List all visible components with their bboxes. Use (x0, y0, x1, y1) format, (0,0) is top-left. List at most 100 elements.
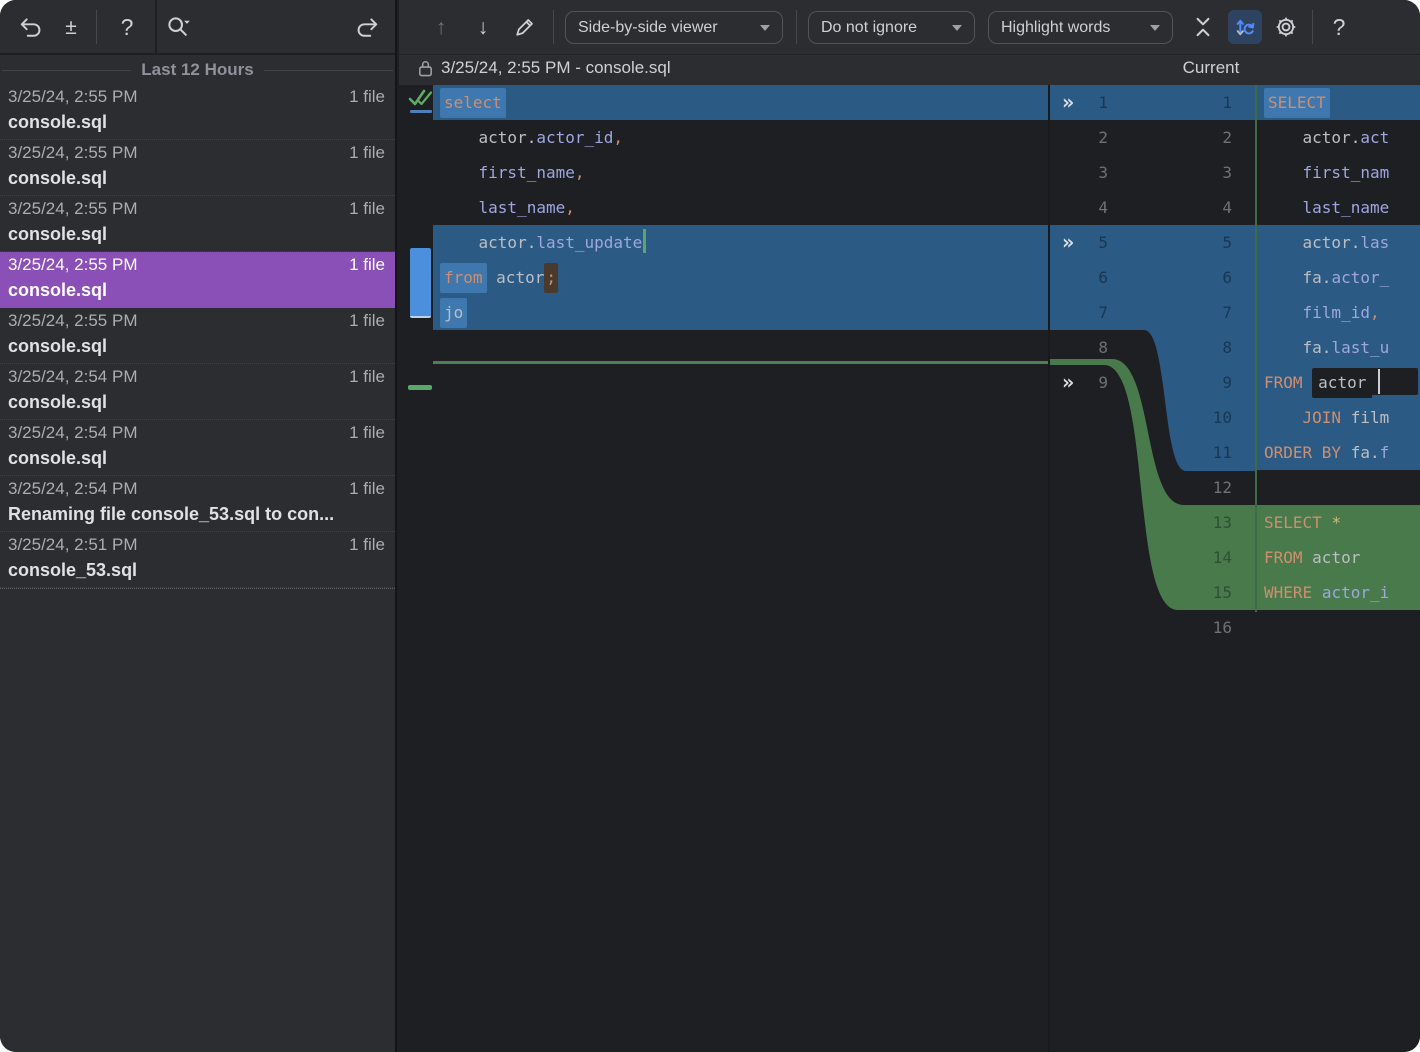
entry-file-count: 1 file (349, 479, 385, 498)
history-group-label: Last 12 Hours (141, 60, 254, 79)
apply-change-chevrons-icon[interactable]: » (1062, 365, 1074, 400)
code-line: last_name, (478, 198, 575, 217)
plus-minus-diff-icon[interactable]: ± (56, 12, 86, 42)
previous-change-icon[interactable]: ↑ (426, 12, 456, 42)
code-line: actor.last_update (433, 225, 1050, 260)
line-number: 6 (1098, 268, 1108, 287)
left-code-pane: select actor.actor_id, first_name, last_… (433, 85, 1050, 365)
line-number: 6 (1222, 268, 1232, 287)
entry-timestamp: 3/25/24, 2:55 PM (8, 311, 138, 330)
history-entry[interactable]: 3/25/24, 2:55 PM 1 file console.sql (0, 308, 395, 364)
line-number: 9 (1222, 373, 1232, 392)
history-entry[interactable]: 3/25/24, 2:54 PM 1 file console.sql (0, 420, 395, 476)
entry-label: console.sql (8, 280, 108, 300)
apply-change-chevrons-icon[interactable]: » (1062, 225, 1074, 260)
code-line: fa.last_u (1257, 330, 1420, 365)
line-number: 2 (1098, 128, 1108, 147)
line-number: 8 (1098, 338, 1108, 357)
list-end-separator (0, 588, 395, 589)
sync-scroll-icon[interactable] (1228, 10, 1262, 44)
entry-timestamp: 3/25/24, 2:55 PM (8, 143, 138, 162)
code-line: SELECT * (1257, 505, 1420, 540)
entry-file-count: 1 file (349, 87, 385, 106)
help-icon[interactable]: ? (1324, 12, 1354, 42)
revert-icon[interactable] (352, 12, 382, 42)
code-line: first_nam (1302, 163, 1390, 182)
line-number: 3 (1222, 163, 1232, 182)
highlight-dropdown[interactable]: Highlight words (988, 11, 1173, 44)
entry-timestamp: 3/25/24, 2:51 PM (8, 535, 138, 554)
code-line: first_name, (478, 163, 585, 182)
line-number: 5 (1098, 233, 1108, 252)
history-entry[interactable]: 3/25/24, 2:55 PM 1 file console.sql (0, 140, 395, 196)
entry-timestamp: 3/25/24, 2:55 PM (8, 199, 138, 218)
history-entry[interactable]: 3/25/24, 2:55 PM 1 file console.sql (0, 84, 395, 140)
toolbar-divider (796, 10, 797, 44)
line-number: 14 (1212, 548, 1232, 567)
local-history-window: ± ? Last 12 Hours 3/25/24, 2:55 PM 1 fil… (0, 0, 1420, 1052)
search-icon[interactable] (163, 12, 193, 42)
code-line: select (433, 85, 1050, 120)
next-change-icon[interactable]: ↓ (468, 12, 498, 42)
text-caret (1378, 369, 1381, 394)
history-group-header: Last 12 Hours (0, 60, 395, 80)
history-entry[interactable]: 3/25/24, 2:55 PM 1 file console.sql (0, 196, 395, 252)
code-line: JOIN film (1257, 400, 1420, 435)
history-entry[interactable]: 3/25/24, 2:51 PM 1 file console_53.sql (0, 532, 395, 588)
edit-icon[interactable] (509, 12, 539, 42)
diff-main: ↑ ↓ Side-by-side viewer Do not ignore Hi… (399, 0, 1420, 1052)
code-line: actor.las (1257, 225, 1420, 260)
line-number: 11 (1212, 443, 1232, 462)
gutter-insert-marker (408, 385, 432, 390)
line-number: 4 (1222, 198, 1232, 217)
gutter-blue-underline (410, 110, 432, 113)
apply-change-chevrons-icon[interactable]: » (1062, 85, 1074, 120)
entry-timestamp: 3/25/24, 2:54 PM (8, 423, 138, 442)
entry-label: console.sql (8, 448, 108, 468)
entry-label: console.sql (8, 112, 108, 132)
ignore-dropdown[interactable]: Do not ignore (808, 11, 975, 44)
history-sidebar: ± ? Last 12 Hours 3/25/24, 2:55 PM 1 fil… (0, 0, 397, 1052)
viewer-dropdown[interactable]: Side-by-side viewer (565, 11, 783, 44)
code-line: jo (433, 295, 1050, 330)
ignore-dropdown-label: Do not ignore (821, 18, 918, 36)
line-number: 10 (1212, 408, 1232, 427)
gutter-change-marker (410, 248, 431, 318)
history-entry[interactable]: 3/25/24, 2:55 PM 1 file console.sql (0, 252, 395, 308)
highlight-dropdown-label: Highlight words (1001, 18, 1111, 36)
entry-label: console.sql (8, 392, 108, 412)
line-number: 7 (1222, 303, 1232, 322)
code-line: fa.actor_ (1257, 260, 1420, 295)
left-pane-title: 3/25/24, 2:55 PM - console.sql (417, 58, 671, 78)
text-caret-box (1372, 368, 1419, 395)
history-entry[interactable]: 3/25/24, 2:54 PM 1 file Renaming file cons… (0, 476, 395, 532)
entry-timestamp: 3/25/24, 2:54 PM (8, 367, 138, 386)
settings-gear-icon[interactable] (1271, 12, 1301, 42)
code-line: FROM actor (1257, 540, 1420, 575)
entry-file-count: 1 file (349, 199, 385, 218)
collapse-unchanged-icon[interactable] (1188, 12, 1218, 42)
toolbar-divider (553, 10, 554, 44)
lock-icon (419, 60, 432, 76)
code-line: film_id, (1257, 295, 1420, 330)
entry-label: console_53.sql (8, 560, 138, 580)
viewer-dropdown-label: Side-by-side viewer (578, 18, 718, 36)
line-number: 12 (1212, 478, 1232, 497)
line-number: 7 (1098, 303, 1108, 322)
line-number: 8 (1222, 338, 1232, 357)
toolbar-divider (1312, 10, 1313, 44)
insertion-separator-line (433, 361, 1050, 364)
code-line: ORDER BY fa.f (1257, 435, 1420, 470)
undo-icon[interactable] (16, 12, 46, 42)
help-icon[interactable]: ? (112, 12, 142, 42)
diff-header: 3/25/24, 2:55 PM - console.sql Current (399, 55, 1420, 85)
entry-file-count: 1 file (349, 423, 385, 442)
line-number: 2 (1222, 128, 1232, 147)
entry-file-count: 1 file (349, 311, 385, 330)
history-entry[interactable]: 3/25/24, 2:54 PM 1 file console.sql (0, 364, 395, 420)
sidebar-toolbar: ± ? (0, 0, 395, 55)
entry-timestamp: 3/25/24, 2:54 PM (8, 479, 138, 498)
entry-label: console.sql (8, 168, 108, 188)
entry-file-count: 1 file (349, 535, 385, 554)
